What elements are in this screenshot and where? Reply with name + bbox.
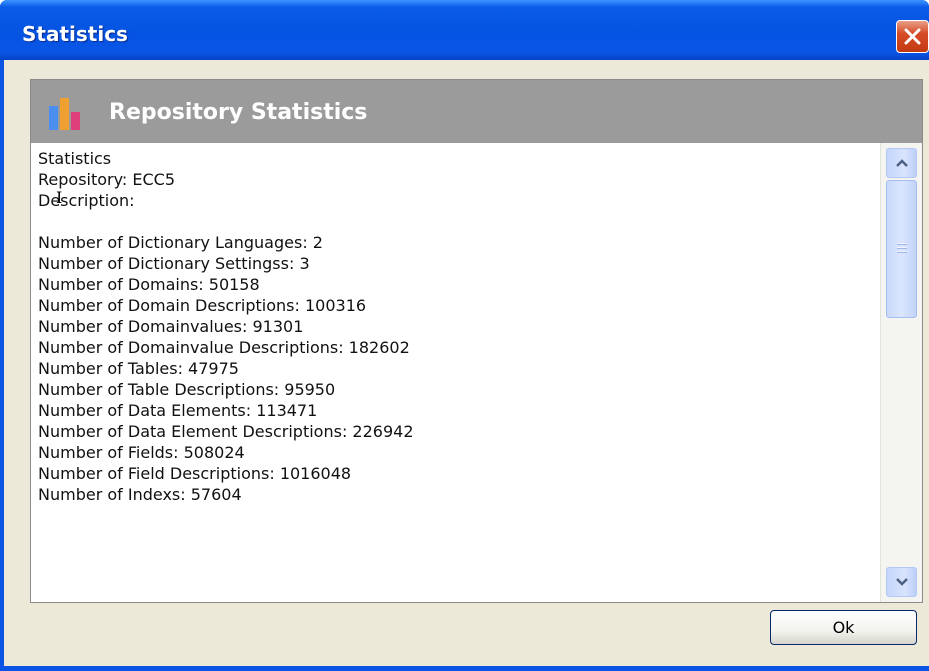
- statistics-line: Number of Dictionary Settingss: 3: [38, 254, 310, 273]
- statistics-line: Repository: ECC5: [38, 170, 176, 189]
- statistics-line: Number of Domainvalues: 91301: [38, 317, 304, 336]
- statistics-line: Number of Dictionary Languages: 2: [38, 233, 323, 252]
- ibeam-cursor-icon: I: [56, 188, 63, 207]
- statistics-line: Description:: [38, 191, 135, 210]
- statistics-line: Number of Indexs: 57604: [38, 485, 242, 504]
- panel-title: Repository Statistics: [109, 100, 368, 125]
- window-bottom-border: [4, 666, 929, 671]
- statistics-line: Number of Domains: 50158: [38, 275, 260, 294]
- chevron-up-icon: [896, 159, 908, 167]
- statistics-text[interactable]: Statistics Repository: ECC5 Description: Nu…: [31, 143, 880, 602]
- statistics-line: [38, 211, 880, 232]
- statistics-line: Number of Tables: 47975: [38, 359, 239, 378]
- statistics-line: Statistics: [38, 149, 112, 168]
- statistics-line: Number of Domain Descriptions: 100316: [38, 296, 367, 315]
- statistics-line: Number of Table Descriptions: 95950: [38, 380, 336, 399]
- statistics-line: Number of Data Elements: 113471: [38, 401, 318, 420]
- ok-button-label: Ok: [832, 618, 855, 637]
- vertical-scrollbar[interactable]: [880, 143, 922, 602]
- scroll-down-button[interactable]: [886, 567, 917, 597]
- dialog-body: Repository Statistics Statistics Reposito…: [4, 60, 929, 671]
- close-x-icon: [904, 28, 921, 45]
- statistics-line: Number of Domainvalue Descriptions: 1826…: [38, 338, 410, 357]
- title-bar[interactable]: Statistics: [0, 0, 929, 60]
- window-title: Statistics: [22, 22, 128, 46]
- scroll-up-button[interactable]: [886, 148, 917, 178]
- close-button[interactable]: [896, 20, 929, 53]
- statistics-panel: Repository Statistics Statistics Reposito…: [30, 79, 923, 603]
- statistics-line: Number of Field Descriptions: 1016048: [38, 464, 352, 483]
- ok-button[interactable]: Ok: [770, 610, 917, 645]
- chevron-down-icon: [896, 578, 908, 586]
- scroll-thumb[interactable]: [886, 180, 917, 318]
- bar-chart-icon: [49, 98, 80, 130]
- statistics-lines: Statistics Repository: ECC5 Description: Nu…: [31, 143, 880, 505]
- panel-header: Repository Statistics: [31, 80, 922, 143]
- statistics-line: Number of Data Element Descriptions: 226…: [38, 422, 414, 441]
- statistics-dialog: Statistics Repository Statistics Statist…: [0, 0, 929, 671]
- statistics-line: Number of Fields: 508024: [38, 443, 245, 462]
